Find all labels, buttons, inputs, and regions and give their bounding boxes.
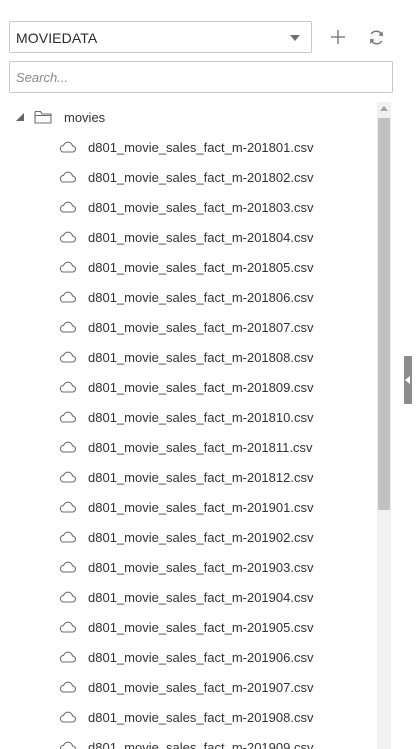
connection-select[interactable]: MOVIEDATA [9, 21, 312, 53]
tree-file-item[interactable]: d801_movie_sales_fact_m-201805.csv [0, 252, 372, 282]
tree-file-item[interactable]: d801_movie_sales_fact_m-201905.csv [0, 612, 372, 642]
file-label: d801_movie_sales_fact_m-201808.csv [88, 350, 314, 365]
search-input[interactable] [9, 61, 393, 93]
cloud-icon [59, 441, 76, 453]
data-explorer-panel: MOVIEDATA Search... movies d801_movie_sa… [0, 0, 405, 749]
folder-icon [34, 110, 52, 124]
collapse-triangle-icon[interactable] [15, 112, 25, 122]
cloud-icon [59, 471, 76, 483]
file-label: d801_movie_sales_fact_m-201906.csv [88, 650, 314, 665]
plus-icon [331, 30, 345, 44]
file-label: d801_movie_sales_fact_m-201809.csv [88, 380, 314, 395]
file-label: d801_movie_sales_fact_m-201806.csv [88, 290, 314, 305]
file-label: d801_movie_sales_fact_m-201907.csv [88, 680, 314, 695]
file-label: d801_movie_sales_fact_m-201804.csv [88, 230, 314, 245]
file-label: d801_movie_sales_fact_m-201904.csv [88, 590, 314, 605]
tree-file-item[interactable]: d801_movie_sales_fact_m-201903.csv [0, 552, 372, 582]
collapse-panel-handle[interactable] [404, 356, 412, 404]
file-label: d801_movie_sales_fact_m-201802.csv [88, 170, 314, 185]
cloud-icon [59, 291, 76, 303]
tree-file-item[interactable]: d801_movie_sales_fact_m-201906.csv [0, 642, 372, 672]
cloud-icon [59, 171, 76, 183]
file-label: d801_movie_sales_fact_m-201905.csv [88, 620, 314, 635]
tree-file-item[interactable]: d801_movie_sales_fact_m-201907.csv [0, 672, 372, 702]
file-label: d801_movie_sales_fact_m-201901.csv [88, 500, 314, 515]
panel-splitter[interactable] [404, 0, 416, 749]
tree-file-item[interactable]: d801_movie_sales_fact_m-201901.csv [0, 492, 372, 522]
cloud-icon [59, 261, 76, 273]
file-label: d801_movie_sales_fact_m-201903.csv [88, 560, 314, 575]
file-label: d801_movie_sales_fact_m-201909.csv [88, 740, 314, 749]
cloud-icon [59, 141, 76, 153]
file-label: d801_movie_sales_fact_m-201807.csv [88, 320, 314, 335]
cloud-icon [59, 711, 76, 723]
cloud-icon [59, 201, 76, 213]
cloud-icon [59, 231, 76, 243]
cloud-icon [59, 561, 76, 573]
tree-file-item[interactable]: d801_movie_sales_fact_m-201809.csv [0, 372, 372, 402]
file-label: d801_movie_sales_fact_m-201805.csv [88, 260, 314, 275]
scroll-up-arrow-icon[interactable] [380, 106, 388, 111]
tree-file-item[interactable]: d801_movie_sales_fact_m-201804.csv [0, 222, 372, 252]
tree-folder-movies[interactable]: movies [0, 102, 372, 132]
file-label: d801_movie_sales_fact_m-201803.csv [88, 200, 314, 215]
tree-file-item[interactable]: d801_movie_sales_fact_m-201803.csv [0, 192, 372, 222]
tree-file-item[interactable]: d801_movie_sales_fact_m-201812.csv [0, 462, 372, 492]
file-label: d801_movie_sales_fact_m-201902.csv [88, 530, 314, 545]
chevron-left-icon [405, 376, 410, 384]
tree-file-item[interactable]: d801_movie_sales_fact_m-201902.csv [0, 522, 372, 552]
tree-file-item[interactable]: d801_movie_sales_fact_m-201808.csv [0, 342, 372, 372]
file-label: d801_movie_sales_fact_m-201812.csv [88, 470, 314, 485]
cloud-icon [59, 411, 76, 423]
folder-label: movies [64, 110, 106, 125]
add-button[interactable] [325, 24, 351, 50]
cloud-icon [59, 591, 76, 603]
refresh-icon [369, 29, 383, 45]
tree-file-item[interactable]: d801_movie_sales_fact_m-201811.csv [0, 432, 372, 462]
cloud-icon [59, 321, 76, 333]
tree-file-item[interactable]: d801_movie_sales_fact_m-201810.csv [0, 402, 372, 432]
tree-file-item[interactable]: d801_movie_sales_fact_m-201904.csv [0, 582, 372, 612]
cloud-icon [59, 741, 76, 749]
tree-file-item[interactable]: d801_movie_sales_fact_m-201801.csv [0, 132, 372, 162]
file-label: d801_movie_sales_fact_m-201801.csv [88, 140, 314, 155]
cloud-icon [59, 531, 76, 543]
chevron-down-icon [290, 35, 300, 41]
cloud-icon [59, 621, 76, 633]
cloud-icon [59, 651, 76, 663]
tree-file-item[interactable]: d801_movie_sales_fact_m-201908.csv [0, 702, 372, 732]
cloud-icon [59, 381, 76, 393]
scroll-thumb[interactable] [378, 118, 390, 510]
cloud-icon [59, 501, 76, 513]
connection-select-value: MOVIEDATA [16, 30, 98, 46]
refresh-button[interactable] [363, 24, 389, 50]
file-label: d801_movie_sales_fact_m-201908.csv [88, 710, 314, 725]
tree-file-item[interactable]: d801_movie_sales_fact_m-201806.csv [0, 282, 372, 312]
tree-file-item[interactable]: d801_movie_sales_fact_m-201807.csv [0, 312, 372, 342]
file-label: d801_movie_sales_fact_m-201811.csv [88, 440, 313, 455]
file-tree: movies d801_movie_sales_fact_m-201801.cs… [0, 102, 372, 749]
tree-file-item[interactable]: d801_movie_sales_fact_m-201909.csv [0, 732, 372, 749]
cloud-icon [59, 681, 76, 693]
file-label: d801_movie_sales_fact_m-201810.csv [88, 410, 314, 425]
vertical-scrollbar[interactable] [377, 102, 391, 749]
tree-file-item[interactable]: d801_movie_sales_fact_m-201802.csv [0, 162, 372, 192]
toolbar: MOVIEDATA [9, 21, 401, 55]
cloud-icon [59, 351, 76, 363]
